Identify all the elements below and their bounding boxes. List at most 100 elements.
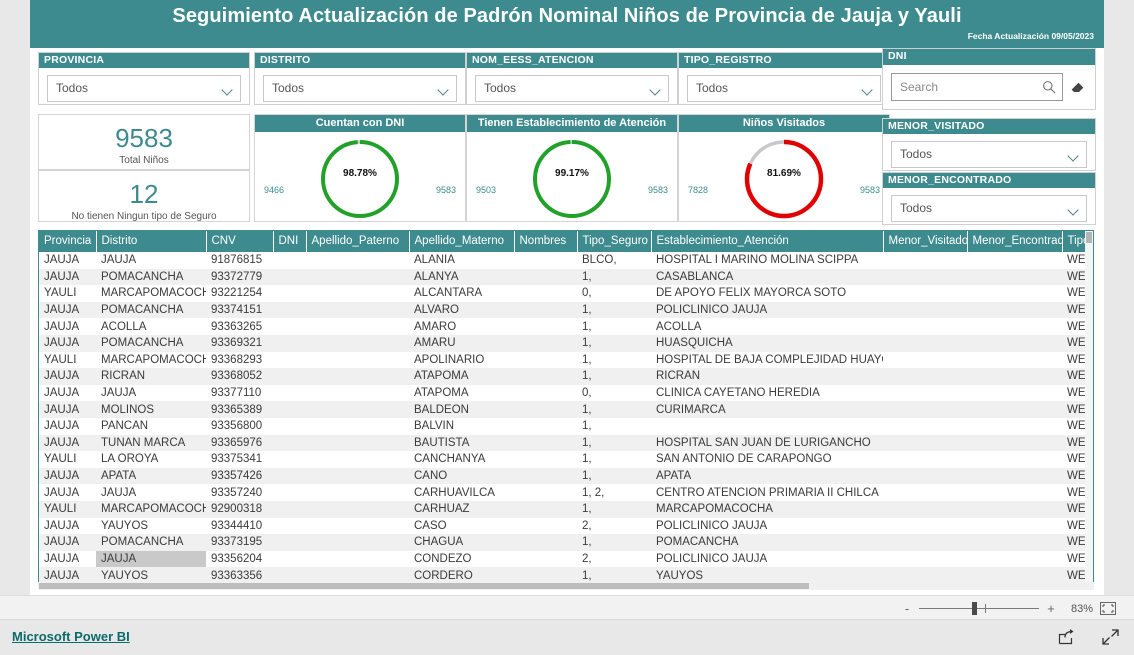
table-row[interactable]: JAUJA JAUJA 93356204 CONDEZO 2, POLICLINICO J… xyxy=(39,550,1093,568)
table-cell[interactable]: 93357240 xyxy=(206,484,273,501)
table-cell[interactable]: CANCHANYA xyxy=(409,451,514,468)
table-cell[interactable] xyxy=(883,534,967,551)
table-cell[interactable]: POMACANCHA xyxy=(96,335,206,352)
table-cell[interactable] xyxy=(967,302,1062,319)
table-row[interactable]: JAUJA TUNAN MARCA 93365976 BAUTISTA 1, HOSPIT… xyxy=(39,434,1093,452)
slicer-menor-encontrado[interactable]: MENOR_ENCONTRADO Todos xyxy=(882,172,1096,225)
table-row[interactable]: JAUJA JAUJA 93357240 CARHUAVILCA 1, 2, CENTRO… xyxy=(39,484,1093,501)
table-cell[interactable] xyxy=(306,551,409,568)
table-cell[interactable] xyxy=(514,285,577,302)
fullscreen-icon[interactable] xyxy=(1101,628,1120,651)
table-cell[interactable] xyxy=(883,418,967,435)
table-cell[interactable]: MARCAPOMACOCHA xyxy=(96,285,206,302)
table-cell[interactable]: JAUJA xyxy=(39,484,96,501)
table-cell[interactable] xyxy=(514,252,577,269)
table-cell[interactable] xyxy=(306,468,409,485)
table-cell[interactable] xyxy=(273,518,306,535)
table-cell[interactable] xyxy=(306,385,409,402)
table-cell[interactable]: BALVIN xyxy=(409,418,514,435)
table-cell[interactable] xyxy=(273,335,306,352)
table-cell[interactable]: ACOLLA xyxy=(96,318,206,335)
table-cell[interactable] xyxy=(273,551,306,568)
table-cell[interactable]: 93344410 xyxy=(206,518,273,535)
table-cell[interactable]: JAUJA xyxy=(39,435,96,452)
table-cell[interactable]: JAUJA xyxy=(39,335,96,352)
table-cell[interactable] xyxy=(273,318,306,335)
table-cell[interactable] xyxy=(967,484,1062,501)
table-cell[interactable]: HOSPITAL SAN JUAN DE LURIGANCHO xyxy=(651,435,883,452)
table-cell[interactable] xyxy=(273,484,306,501)
table-cell[interactable]: 93374151 xyxy=(206,302,273,319)
table-cell[interactable] xyxy=(514,401,577,418)
table-cell[interactable] xyxy=(306,368,409,385)
table-cell[interactable]: JAUJA xyxy=(39,385,96,402)
table-cell[interactable]: JAUJA xyxy=(96,385,206,402)
table-cell[interactable] xyxy=(967,435,1062,452)
table-cell[interactable]: MARCAPOMACOCHA xyxy=(96,352,206,369)
table-column-header[interactable]: Apellido_Materno xyxy=(409,231,515,252)
table-cell[interactable]: 93373195 xyxy=(206,534,273,551)
table-cell[interactable]: 1, xyxy=(577,435,651,452)
table-row[interactable]: JAUJA POMACANCHA 93373195 CHAGUA 1, POMACANCH… xyxy=(39,534,1093,551)
table-row[interactable]: JAUJA JAUJA 93377110 ATAPOMA 0, CLINICA CAYET… xyxy=(39,384,1093,402)
table-cell[interactable]: JAUJA xyxy=(39,318,96,335)
table-cell[interactable]: 1, xyxy=(577,269,651,286)
table-cell[interactable]: APATA xyxy=(96,468,206,485)
table-cell[interactable] xyxy=(883,501,967,518)
table-cell[interactable] xyxy=(883,435,967,452)
table-row[interactable]: JAUJAPANCAN93356800BALVIN1,WEB SERVIC xyxy=(39,417,1093,435)
slicer-menor-visitado-dropdown[interactable]: Todos xyxy=(891,141,1087,168)
table-cell[interactable]: 1, 2, xyxy=(577,484,651,501)
table-cell[interactable] xyxy=(514,501,577,518)
table-cell[interactable] xyxy=(306,269,409,286)
table-cell[interactable] xyxy=(306,501,409,518)
table-cell[interactable]: 1, xyxy=(577,318,651,335)
powerbi-link[interactable]: Microsoft Power BI xyxy=(12,629,130,644)
table-cell[interactable]: ALCANTARA xyxy=(409,285,514,302)
table-cell[interactable] xyxy=(967,352,1062,369)
table-cell[interactable]: JAUJA xyxy=(96,550,206,568)
table-cell[interactable] xyxy=(273,252,306,269)
table-cell[interactable]: 93357426 xyxy=(206,468,273,485)
table-cell[interactable] xyxy=(883,385,967,402)
table-cell[interactable]: CARHUAVILCA xyxy=(409,484,514,501)
table-cell[interactable] xyxy=(306,318,409,335)
table-horizontal-scroll-thumb[interactable] xyxy=(39,583,809,589)
table-row[interactable]: YAULI LA OROYA 93375341 CANCHANYA 1, SAN ANTO… xyxy=(39,451,1093,468)
table-column-header[interactable]: Menor_Encontrado xyxy=(967,231,1063,252)
table-cell[interactable]: BLCO, xyxy=(577,252,651,269)
table-cell[interactable]: ALANYA xyxy=(409,269,514,286)
table-cell[interactable]: HOSPITAL DE BAJA COMPLEJIDAD HUAYCAN xyxy=(651,352,883,369)
zoom-out-button[interactable]: - xyxy=(902,602,912,615)
table-cell[interactable]: POMACANCHA xyxy=(96,534,206,551)
table-cell[interactable] xyxy=(883,451,967,468)
table-cell[interactable]: JAUJA xyxy=(39,534,96,551)
slicer-tipo-registro-dropdown[interactable]: Todos xyxy=(687,75,881,102)
table-cell[interactable] xyxy=(273,451,306,468)
table-column-header[interactable]: Menor_Visitado xyxy=(883,231,968,252)
table-cell[interactable]: YAULI xyxy=(39,501,96,518)
table-cell[interactable]: 1, xyxy=(577,451,651,468)
table-cell[interactable]: 93375341 xyxy=(206,451,273,468)
table-cell[interactable] xyxy=(273,401,306,418)
table-cell[interactable] xyxy=(967,252,1062,269)
table-cell[interactable]: DE APOYO FELIX MAYORCA SOTO xyxy=(651,285,883,302)
table-cell[interactable] xyxy=(273,385,306,402)
table-row[interactable]: JAUJARICRAN93368052ATAPOMA1,RICRANWEB SE… xyxy=(39,368,1093,385)
table-cell[interactable]: 93369321 xyxy=(206,335,273,352)
table-cell[interactable]: 93356800 xyxy=(206,418,273,435)
table-cell[interactable]: POLICLINICO JAUJA xyxy=(651,302,883,319)
table-row[interactable]: JAUJA MOLINOS 93365389 BALDEON 1, CURIMARCA WE… xyxy=(39,401,1093,418)
table-cell[interactable]: APATA xyxy=(651,468,883,485)
table-cell[interactable] xyxy=(306,285,409,302)
table-cell[interactable]: 0, xyxy=(577,385,651,402)
zoom-slider-thumb[interactable] xyxy=(972,602,977,615)
table-cell[interactable]: 1, xyxy=(577,401,651,418)
table-cell[interactable] xyxy=(514,302,577,319)
table-column-header[interactable]: Provincia xyxy=(39,231,97,252)
table-column-header[interactable]: Nombres xyxy=(514,231,578,252)
slicer-menor-encontrado-dropdown[interactable]: Todos xyxy=(891,195,1087,222)
table-cell[interactable]: 1, xyxy=(577,501,651,518)
table-row[interactable]: JAUJA POMACANCHA 93374151 ALVARO 1, POLICLINI… xyxy=(39,301,1093,319)
table-cell[interactable]: YAULI xyxy=(39,285,96,302)
